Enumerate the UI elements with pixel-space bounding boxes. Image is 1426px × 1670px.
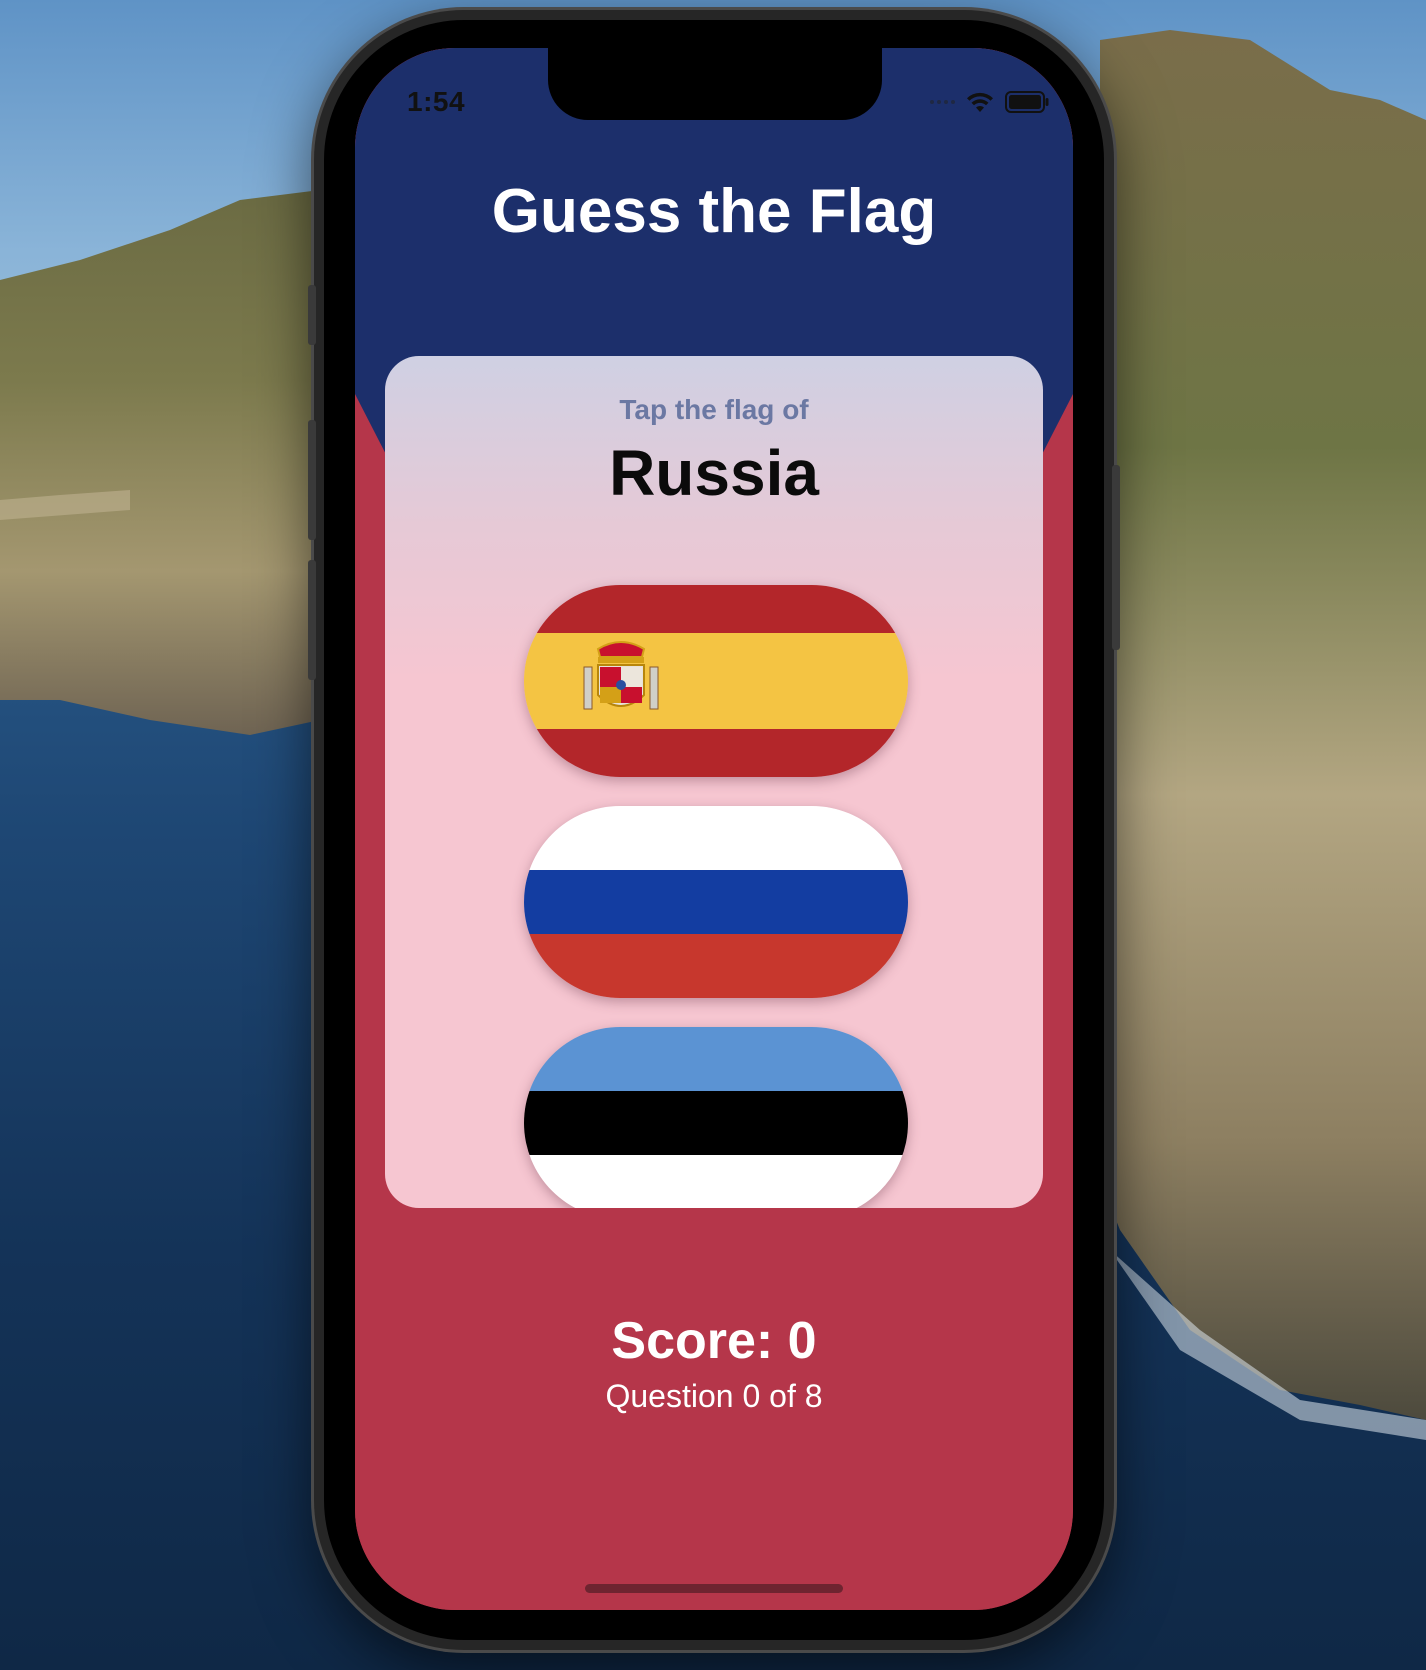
target-country: Russia bbox=[609, 437, 819, 509]
app-title: Guess the Flag bbox=[491, 177, 937, 246]
question-counter: Question 0 of 8 bbox=[605, 1378, 823, 1414]
volume-down-button bbox=[308, 560, 316, 680]
status-time: 1:54 bbox=[407, 86, 466, 117]
question-card: Tap the flag of Russia bbox=[385, 356, 1043, 1208]
score-label: Score: 0 bbox=[611, 1312, 817, 1370]
notch bbox=[548, 48, 882, 120]
power-button bbox=[1112, 465, 1120, 650]
estonia-flag-icon bbox=[524, 1027, 908, 1208]
signal-icon bbox=[930, 100, 955, 104]
volume-up-button bbox=[308, 420, 316, 540]
spain-flag-icon bbox=[524, 585, 908, 777]
status-icons bbox=[930, 90, 1049, 114]
flag-button-russia[interactable] bbox=[524, 806, 908, 998]
wifi-icon bbox=[967, 92, 993, 112]
battery-icon bbox=[1005, 91, 1049, 113]
mute-switch bbox=[308, 285, 316, 345]
home-indicator[interactable] bbox=[585, 1584, 843, 1593]
russia-flag-icon bbox=[524, 806, 908, 998]
prompt-label: Tap the flag of bbox=[619, 394, 809, 425]
flag-button-spain[interactable] bbox=[524, 585, 908, 777]
flag-button-estonia[interactable] bbox=[524, 1027, 908, 1208]
app-screen: 1:54 Guess the Flag Tap the flag of Russ… bbox=[355, 48, 1073, 1610]
